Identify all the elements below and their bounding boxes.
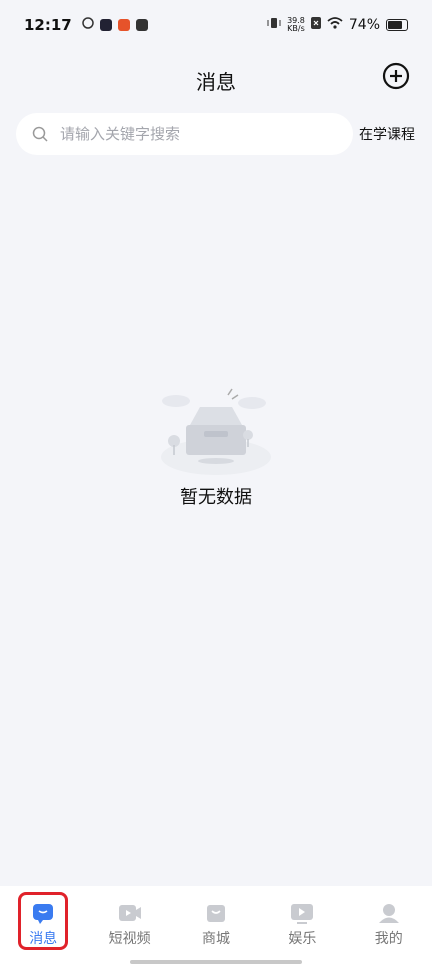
tab-label: 短视频: [108, 931, 151, 947]
battery-percent: 74%: [348, 17, 380, 33]
orange-app-icon: [117, 19, 130, 31]
vibrate-icon: [267, 17, 281, 33]
video-app-icon: [99, 19, 112, 31]
tab-entertainment[interactable]: 娱乐: [267, 886, 337, 948]
search-icon: [32, 126, 48, 142]
tab-label: 消息: [29, 931, 58, 947]
sim-icon: [310, 17, 321, 33]
net-speed-unit: KB/s: [287, 24, 305, 33]
app-notification-icon: [82, 17, 94, 33]
status-time: 12:17: [24, 16, 72, 34]
page-title: 消息: [196, 70, 236, 94]
add-button[interactable]: [382, 62, 410, 90]
tab-short-video[interactable]: 短视频: [95, 886, 165, 948]
tab-shop[interactable]: 商城: [181, 886, 251, 948]
search-box[interactable]: [16, 113, 353, 155]
search-input[interactable]: [58, 124, 322, 144]
plus-circle-icon: [382, 62, 410, 90]
tab-label: 我的: [374, 931, 403, 947]
empty-box-illustration: [161, 388, 271, 475]
chat-icon: [33, 904, 54, 924]
tab-messages[interactable]: 消息: [8, 886, 78, 948]
home-indicator[interactable]: [130, 960, 302, 964]
battery-icon: [386, 19, 408, 31]
net-speed: 39.8 KB/s: [287, 17, 305, 33]
empty-state-text: 暂无数据: [180, 487, 252, 508]
tab-label: 商城: [201, 931, 230, 947]
status-right: 39.8 KB/s 74%: [267, 17, 408, 33]
search-row: 在学课程: [16, 113, 422, 155]
empty-state: 暂无数据: [0, 385, 432, 509]
video-icon: [118, 905, 141, 921]
studying-courses-link[interactable]: 在学课程: [359, 124, 415, 144]
wifi-icon: [327, 17, 343, 33]
play-icon: [291, 904, 314, 924]
status-bar: 12:17 39.8 KB/s 74%: [0, 0, 432, 50]
profile-icon: [378, 904, 399, 923]
shop-icon: [206, 905, 225, 922]
message-app-icon: [135, 19, 148, 31]
tab-profile[interactable]: 我的: [354, 886, 424, 948]
bottom-tab-bar: 消息 短视频 商城 娱乐 我的: [0, 886, 432, 964]
header: 消息: [0, 58, 432, 102]
tab-label: 娱乐: [288, 931, 317, 947]
status-left: 12:17: [24, 16, 148, 34]
